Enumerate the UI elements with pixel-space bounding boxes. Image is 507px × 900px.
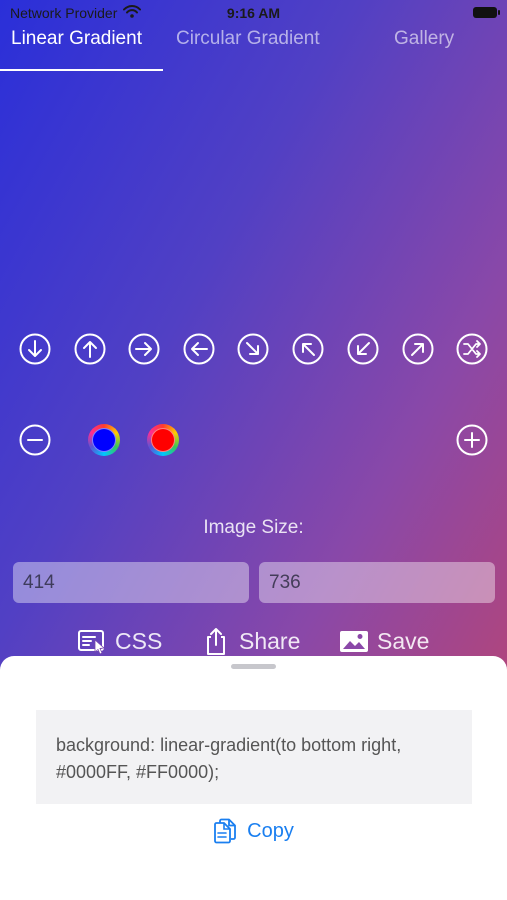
color-stops-row — [0, 424, 507, 460]
tab-gallery[interactable]: Gallery — [394, 28, 454, 50]
tab-bar: Linear Gradient Circular Gradient Galler… — [0, 26, 507, 72]
status-bar: Network Provider 9:16 AM — [0, 0, 507, 28]
color-stop-red[interactable] — [147, 424, 179, 456]
css-button[interactable]: CSS — [77, 626, 162, 656]
arrow-down-icon[interactable] — [19, 333, 51, 365]
css-code-box: background: linear-gradient(to bottom ri… — [36, 710, 472, 804]
action-bar: CSS Share Save — [0, 626, 507, 660]
direction-buttons — [0, 333, 507, 369]
active-tab-indicator — [0, 69, 163, 71]
photo-icon — [340, 631, 368, 652]
image-size-label: Image Size: — [203, 517, 304, 538]
arrow-down-right-icon[interactable] — [237, 333, 269, 365]
color-stop-fill — [92, 428, 116, 452]
color-stop-blue[interactable] — [88, 424, 120, 456]
copy-icon — [214, 818, 237, 844]
height-input[interactable]: 736 — [259, 562, 495, 603]
arrow-left-icon[interactable] — [183, 333, 215, 365]
save-label: Save — [377, 627, 430, 654]
css-code-line: background: linear-gradient(to bottom ri… — [56, 735, 402, 755]
share-icon — [207, 628, 225, 655]
shuffle-icon[interactable] — [456, 333, 488, 365]
tab-circular-gradient[interactable]: Circular Gradient — [176, 28, 320, 50]
width-input[interactable]: 414 — [13, 562, 249, 603]
copy-button[interactable]: Copy — [0, 818, 507, 844]
color-stop-fill — [151, 428, 175, 452]
status-time: 9:16 AM — [226, 5, 281, 21]
add-color-icon[interactable] — [456, 424, 488, 456]
arrow-up-right-icon[interactable] — [402, 333, 434, 365]
save-button[interactable]: Save — [339, 626, 429, 656]
css-code-line: #0000FF, #FF0000); — [56, 762, 220, 782]
arrow-up-left-icon[interactable] — [292, 333, 324, 365]
tab-linear-gradient[interactable]: Linear Gradient — [11, 28, 142, 50]
sheet-grabber[interactable] — [231, 664, 276, 669]
battery-icon — [473, 7, 500, 18]
css-code-icon — [78, 630, 105, 655]
css-label: CSS — [115, 627, 163, 654]
arrow-right-icon[interactable] — [128, 333, 160, 365]
share-label: Share — [239, 627, 301, 654]
copy-label: Copy — [247, 819, 294, 842]
arrow-down-left-icon[interactable] — [347, 333, 379, 365]
app-screen: Network Provider 9:16 AM Linear Gradient… — [0, 0, 507, 900]
arrow-up-icon[interactable] — [74, 333, 106, 365]
css-bottom-sheet: background: linear-gradient(to bottom ri… — [0, 656, 507, 900]
remove-color-icon[interactable] — [19, 424, 51, 456]
share-button[interactable]: Share — [201, 626, 300, 656]
